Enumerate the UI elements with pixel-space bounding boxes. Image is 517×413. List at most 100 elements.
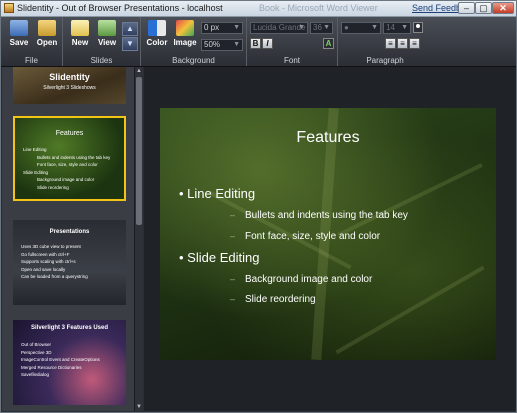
slide-thumbnail-3[interactable]: Presentations Uses 3D cube view to prese… bbox=[13, 220, 126, 305]
scrollbar-thumb[interactable] bbox=[136, 77, 142, 225]
thumbnail-subtitle: Silverlight 3 Slideshows bbox=[43, 85, 96, 91]
thumbnail-bullet: Slide reordering bbox=[37, 184, 69, 190]
title-bar: Slidentity - Out of Browser Presentation… bbox=[1, 1, 516, 17]
chevron-down-icon: ▼ bbox=[233, 41, 240, 48]
thumbnail-bullet: Font face, size, style and color bbox=[37, 162, 98, 168]
thumbnail-scrollbar[interactable]: ▲ ▼ bbox=[134, 67, 143, 411]
new-slide-button[interactable]: New bbox=[67, 19, 93, 51]
thumbnail-bullet: Perspective 3D bbox=[21, 349, 52, 355]
slide-bullet-text: Slide Editing bbox=[187, 250, 260, 265]
chevron-down-icon: ▼ bbox=[323, 24, 330, 31]
paragraph-size-value: 14 bbox=[386, 23, 395, 32]
font-family-dropdown[interactable]: Lucida Grande ▼ bbox=[250, 22, 308, 34]
maximize-button[interactable]: ▢ bbox=[475, 2, 492, 14]
slide-title[interactable]: Features bbox=[160, 129, 496, 147]
bullet-style-dropdown[interactable]: ● ▼ bbox=[341, 22, 381, 34]
minimize-button[interactable]: – bbox=[458, 2, 475, 14]
scroll-up-icon[interactable]: ▲ bbox=[135, 67, 143, 75]
move-slide-up-button[interactable]: ▲ bbox=[122, 22, 138, 36]
slide-editor-area: Features • Line Editing – Bullets and ind… bbox=[144, 67, 516, 411]
align-center-button[interactable]: ≡ bbox=[397, 38, 408, 49]
background-window-title: Book - Microsoft Word Viewer bbox=[259, 3, 378, 13]
save-label: Save bbox=[9, 38, 29, 47]
slide-bullet-level2[interactable]: – Bullets and indents using the tab key bbox=[230, 210, 408, 221]
slide-bullet-level1[interactable]: • Line Editing bbox=[179, 186, 255, 201]
slide-bullet-text: Line Editing bbox=[187, 186, 256, 201]
close-button[interactable]: ✕ bbox=[492, 2, 514, 14]
background-offset-dropdown[interactable]: 0 px ▼ bbox=[201, 22, 243, 34]
slide-bullet-text: Slide reordering bbox=[245, 294, 316, 305]
background-color-button[interactable]: Color bbox=[144, 19, 170, 51]
slide-thumbnail-1[interactable]: Slidentity Silverlight 3 Slideshows bbox=[13, 67, 126, 104]
file-group-label: File bbox=[25, 56, 38, 65]
bullet-dot-icon: • bbox=[179, 186, 188, 201]
bullet-dash-icon: – bbox=[230, 274, 236, 284]
align-left-button[interactable]: ≡ bbox=[385, 38, 396, 49]
chevron-down-icon: ▼ bbox=[401, 24, 408, 31]
thumbnail-bullet: Slide Editing bbox=[23, 169, 49, 175]
open-button[interactable]: Open bbox=[34, 19, 60, 51]
bullet-color-button[interactable] bbox=[413, 22, 423, 33]
paragraph-group-label: Paragraph bbox=[366, 56, 404, 65]
slide-bullet-level2[interactable]: – Font face, size, style and color bbox=[230, 231, 380, 242]
thumbnail-bullet: Can be loaded from a querystring bbox=[21, 274, 88, 280]
thumbnail-bullet: Savefiledialog bbox=[21, 372, 50, 378]
view-icon bbox=[98, 20, 116, 36]
thumbnail-bullet: Go fullscreen with ctrl+F bbox=[21, 251, 70, 257]
slide-bullet-level2[interactable]: – Background image and color bbox=[230, 274, 372, 285]
paragraph-size-dropdown[interactable]: 14 ▼ bbox=[383, 22, 411, 34]
thumbnail-bullets: Out of Browser Perspective 3D ImageContr… bbox=[21, 341, 100, 379]
font-size-dropdown[interactable]: 36 ▼ bbox=[310, 22, 333, 34]
view-label: View bbox=[97, 38, 117, 47]
italic-button[interactable]: I bbox=[262, 38, 273, 49]
thumbnail-bullet: Supports scaling with ctrl+s bbox=[21, 259, 76, 265]
thumbnail-title: Presentations bbox=[49, 229, 90, 235]
slide-thumbnail-2-selected[interactable]: Features Line Editing Bullets and indent… bbox=[13, 116, 126, 201]
save-icon bbox=[10, 20, 28, 36]
thumbnail-bullet: Open and save locally bbox=[21, 266, 66, 272]
slide-bullet-text: Font face, size, style and color bbox=[245, 231, 381, 242]
save-button[interactable]: Save bbox=[6, 19, 32, 51]
chevron-down-icon: ▼ bbox=[371, 24, 378, 31]
color-label: Color bbox=[146, 38, 168, 47]
align-right-button[interactable]: ≡ bbox=[409, 38, 420, 49]
bold-button[interactable]: B bbox=[250, 38, 261, 49]
background-image-button[interactable]: Image bbox=[172, 19, 198, 51]
slide-bullet-level1[interactable]: • Slide Editing bbox=[179, 250, 259, 265]
font-group-label: Font bbox=[283, 56, 300, 65]
thumbnail-title: Features bbox=[55, 130, 84, 137]
move-slide-down-button[interactable]: ▼ bbox=[122, 37, 138, 51]
bullet-dash-icon: – bbox=[230, 294, 236, 304]
folder-icon bbox=[38, 20, 56, 36]
new-label: New bbox=[71, 38, 89, 47]
thumbnail-bullets: Line Editing Bullets and indents using t… bbox=[23, 146, 110, 192]
thumbnail-bullets: Uses 3D cube view to present Go fullscre… bbox=[21, 243, 88, 281]
scroll-down-icon[interactable]: ▼ bbox=[135, 403, 143, 411]
color-dot-icon bbox=[416, 24, 420, 28]
background-zoom-dropdown[interactable]: 50% ▼ bbox=[201, 39, 243, 51]
font-group: Lucida Grande ▼ 36 ▼ B I A Font bbox=[247, 17, 338, 66]
slide-thumbnail-panel: Slidentity Silverlight 3 Slideshows Feat… bbox=[2, 67, 134, 411]
slide-thumbnail-4[interactable]: Silverlight 3 Features Used Out of Brows… bbox=[13, 320, 126, 405]
slide-bullet-level2[interactable]: – Slide reordering bbox=[230, 294, 316, 305]
thumbnail-bullet: ImageControl Event and CreateOptions bbox=[21, 357, 100, 363]
bullet-style-value: ● bbox=[344, 23, 349, 32]
thumbnail-bullet: Out of Browser bbox=[21, 342, 52, 347]
slide-canvas[interactable]: Features • Line Editing – Bullets and ind… bbox=[160, 108, 496, 360]
window-title: Slidentity - Out of Browser Presentation… bbox=[17, 3, 223, 13]
file-group: Save Open File bbox=[1, 17, 63, 66]
ribbon-toolbar: Save Open File New View ▲ ▼ Slides Color… bbox=[1, 17, 516, 67]
chevron-down-icon: ▼ bbox=[233, 24, 240, 31]
image-label: Image bbox=[173, 38, 197, 47]
background-group: Color Image 0 px ▼ 50% ▼ Background bbox=[141, 17, 247, 66]
paragraph-group: ● ▼ 14 ▼ ≡ ≡ ≡ Paragraph bbox=[338, 17, 432, 66]
thumbnail-title: Slidentity bbox=[49, 72, 90, 82]
leaf-vein bbox=[337, 163, 483, 237]
background-group-label: Background bbox=[172, 56, 215, 65]
slides-group: New View ▲ ▼ Slides bbox=[63, 17, 141, 66]
thumbnail-bullet: Background image and color bbox=[37, 177, 95, 183]
view-button[interactable]: View bbox=[94, 19, 120, 51]
color-icon bbox=[148, 20, 166, 36]
image-icon bbox=[176, 20, 194, 36]
font-color-button[interactable]: A bbox=[323, 38, 334, 49]
